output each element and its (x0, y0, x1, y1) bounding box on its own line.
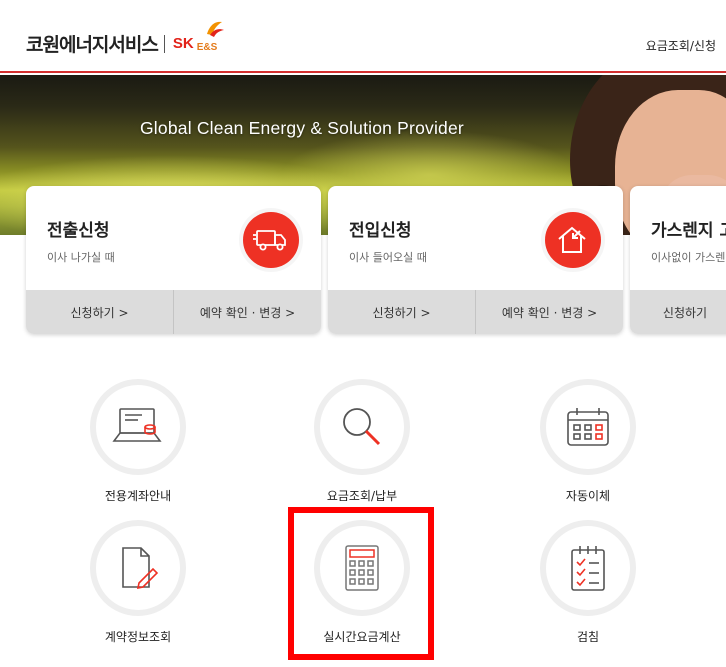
apply-button[interactable]: 신청하기 (630, 290, 726, 334)
card-subtitle: 이사없이 가스렌 (651, 251, 726, 264)
apply-button[interactable]: 신청하기 > (26, 290, 173, 334)
document-pen-icon (122, 547, 159, 590)
card-move-out: 전출신청 이사 나가실 때 신청하기 > 예약 확인 · 변경 > (26, 186, 321, 334)
magnifier-icon (343, 408, 381, 446)
highlight-box (288, 507, 434, 660)
menu-label: 요금조회/납부 (326, 489, 398, 503)
header: 코원에너지서비스 SK E&S 요금조회/신청 (0, 0, 726, 73)
reservation-change-button[interactable]: 예약 확인 · 변경 > (173, 290, 321, 334)
menu-dedicated-account[interactable]: 전용계좌안내 (68, 379, 208, 504)
house-arrow-icon (545, 212, 601, 268)
fee-inquiry-link[interactable]: 요금조회/신청 (646, 37, 716, 54)
menu-contract-info[interactable]: 계약정보조회 (68, 520, 208, 645)
card-title: 전입신청 (349, 221, 412, 241)
sk-butterfly-icon (207, 21, 224, 37)
card-title: 가스렌지 고 (651, 221, 726, 241)
card-move-in: 전입신청 이사 들어오실 때 신청하기 > 예약 확인 · 변경 > (328, 186, 623, 334)
logo[interactable]: 코원에너지서비스 SK E&S (26, 21, 224, 57)
checklist-icon (571, 546, 605, 591)
apply-button[interactable]: 신청하기 > (328, 290, 475, 334)
calendar-icon (567, 408, 609, 446)
logo-divider (163, 34, 165, 53)
logo-sk: SK (172, 35, 194, 52)
card-gas-range: 가스렌지 고 이사없이 가스렌 신청하기 (630, 186, 726, 334)
menu-auto-transfer[interactable]: 자동이체 (518, 379, 658, 504)
reservation-change-button[interactable]: 예약 확인 · 변경 > (475, 290, 623, 334)
card-subtitle: 이사 들어오실 때 (349, 251, 427, 264)
logo-text: 코원에너지서비스 (26, 34, 159, 56)
menu-label: 검침 (576, 630, 600, 644)
menu-label: 계약정보조회 (104, 630, 172, 644)
menu-meter-reading[interactable]: 검침 (518, 520, 658, 645)
logo-es: E&S (196, 42, 218, 53)
card-subtitle: 이사 나가실 때 (47, 251, 115, 264)
laptop-coins-icon (112, 408, 162, 442)
menu-fee-inquiry[interactable]: 요금조회/납부 (292, 379, 432, 504)
moving-truck-icon (243, 212, 299, 268)
menu-label: 자동이체 (565, 489, 611, 503)
card-title: 전출신청 (47, 221, 110, 241)
menu-label: 전용계좌안내 (104, 489, 172, 503)
hero-title: Global Clean Energy & Solution Provider (140, 118, 464, 138)
